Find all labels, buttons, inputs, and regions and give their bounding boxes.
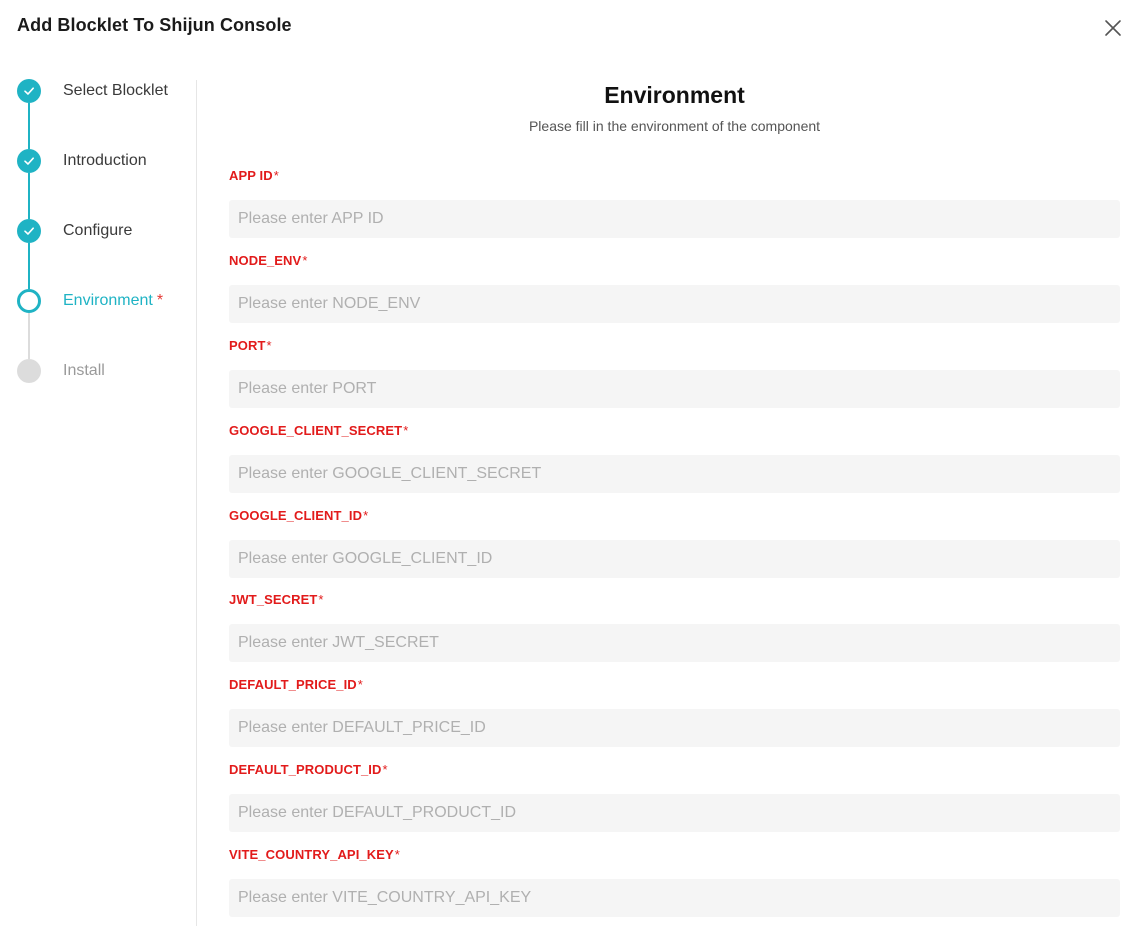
step-label: Select Blocklet [63,82,168,99]
step-select-blocklet[interactable]: Select Blocklet [0,71,196,111]
field-vite-country-api-key: VITE_COUNTRY_API_KEY* [229,847,1120,917]
field-label: JWT_SECRET* [229,592,1120,608]
step-indicator-active [17,289,41,313]
default-price-id-input[interactable] [229,709,1120,747]
field-jwt-secret: JWT_SECRET* [229,592,1120,662]
required-indicator: * [156,292,164,309]
field-app-id: APP ID* [229,168,1120,238]
step-indicator-done [17,219,41,243]
google-client-id-input[interactable] [229,540,1120,578]
field-default-price-id: DEFAULT_PRICE_ID* [229,677,1120,747]
field-label: APP ID* [229,168,1120,184]
field-google-client-id: GOOGLE_CLIENT_ID* [229,508,1120,578]
required-indicator: * [403,423,409,438]
required-indicator: * [273,168,279,183]
section-subtitle: Please fill in the environment of the co… [528,118,821,134]
field-label: GOOGLE_CLIENT_SECRET* [229,423,1120,439]
jwt-secret-input[interactable] [229,624,1120,662]
field-label-text: DEFAULT_PRODUCT_ID [229,762,382,777]
step-install[interactable]: Install [0,351,196,391]
step-indicator-done [17,149,41,173]
check-icon [24,87,34,95]
port-input[interactable] [229,370,1120,408]
field-label-text: DEFAULT_PRICE_ID [229,677,357,692]
close-icon [1105,20,1121,36]
required-indicator: * [357,677,363,692]
field-label: VITE_COUNTRY_API_KEY* [229,847,1120,863]
stepper: Select Blocklet Introduction Configure E… [0,0,197,926]
field-label-text: GOOGLE_CLIENT_SECRET [229,423,403,438]
step-label: Environment * [63,292,163,310]
required-indicator: * [363,508,369,523]
step-configure[interactable]: Configure [0,211,196,251]
required-indicator: * [382,762,388,777]
step-introduction[interactable]: Introduction [0,141,196,181]
default-product-id-input[interactable] [229,794,1120,832]
field-label: PORT* [229,338,1120,354]
field-port: PORT* [229,338,1120,408]
app-id-input[interactable] [229,200,1120,238]
field-label-text: JWT_SECRET [229,592,318,607]
field-node-env: NODE_ENV* [229,253,1120,323]
check-icon [24,157,34,165]
step-label: Install [63,362,105,379]
step-label: Configure [63,222,133,239]
vite-country-api-key-input[interactable] [229,879,1120,917]
step-environment[interactable]: Environment * [0,281,196,321]
sidebar-divider [196,80,197,926]
field-label-text: PORT [229,338,266,353]
field-label: DEFAULT_PRICE_ID* [229,677,1120,693]
step-indicator-done [17,79,41,103]
google-client-secret-input[interactable] [229,455,1120,493]
field-label-text: GOOGLE_CLIENT_ID [229,508,363,523]
check-icon [24,227,34,235]
field-label: DEFAULT_PRODUCT_ID* [229,762,1120,778]
close-button[interactable] [1101,16,1125,40]
required-indicator: * [302,253,308,268]
field-google-client-secret: GOOGLE_CLIENT_SECRET* [229,423,1120,493]
field-default-product-id: DEFAULT_PRODUCT_ID* [229,762,1120,832]
field-label: GOOGLE_CLIENT_ID* [229,508,1120,524]
field-label-text: NODE_ENV [229,253,302,268]
required-indicator: * [394,847,400,862]
node-env-input[interactable] [229,285,1120,323]
step-indicator-pending [17,359,41,383]
required-indicator: * [318,592,324,607]
field-label-text: VITE_COUNTRY_API_KEY [229,847,394,862]
step-label-text: Environment [63,292,153,309]
field-label: NODE_ENV* [229,253,1120,269]
section-title: Environment [604,82,745,108]
step-label: Introduction [63,152,147,169]
field-label-text: APP ID [229,168,273,183]
add-blocklet-dialog: Add Blocklet To Shijun Console Select Bl… [0,0,1138,926]
required-indicator: * [266,338,272,353]
